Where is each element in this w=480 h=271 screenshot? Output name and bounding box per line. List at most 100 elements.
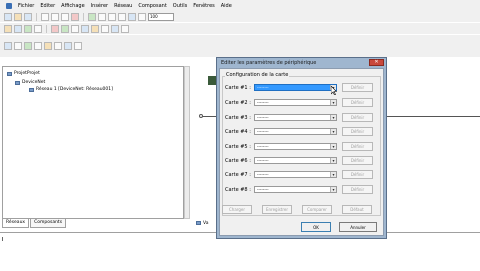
tool-h-icon[interactable] <box>74 42 82 50</box>
mouse-cursor-icon <box>331 86 337 95</box>
delete-icon[interactable] <box>71 12 79 21</box>
save-button[interactable]: Enregistrer <box>262 205 292 214</box>
fit-icon[interactable] <box>118 12 126 21</box>
tree-root[interactable]: ProjetProjet <box>7 71 40 76</box>
properties-icon[interactable] <box>71 24 79 33</box>
zoom-select[interactable]: 100 <box>148 12 174 21</box>
tool-d-icon[interactable] <box>34 42 42 50</box>
chevron-down-icon[interactable]: ▾ <box>330 172 336 177</box>
network-tab[interactable]: Va <box>196 219 209 227</box>
menu-inserer[interactable]: Insérer <box>91 3 108 9</box>
card-label: Carte #7 : <box>225 172 251 178</box>
tool-c-icon[interactable] <box>24 42 32 50</box>
chevron-down-icon[interactable]: ▾ <box>330 144 336 149</box>
tab-composants[interactable]: Composants <box>30 219 67 228</box>
tree-devicenet[interactable]: DeviceNet <box>15 80 45 85</box>
save-icon[interactable] <box>24 12 32 21</box>
card-select[interactable]: -------- ▾ <box>254 114 337 121</box>
tool-e-icon[interactable] <box>44 42 52 50</box>
chevron-down-icon[interactable]: ▾ <box>330 129 336 134</box>
menu-fichier[interactable]: Fichier <box>18 3 34 9</box>
tool-f-icon[interactable] <box>54 42 62 50</box>
cut-icon[interactable] <box>41 12 49 21</box>
tool-a-icon[interactable] <box>4 42 12 50</box>
card-select[interactable]: -------- ▾ <box>254 143 337 150</box>
project-scrollbar[interactable] <box>184 66 190 219</box>
tab-reseaux[interactable]: Réseaux <box>2 219 30 228</box>
parameters-icon[interactable] <box>91 24 99 33</box>
card-select[interactable]: -------- ▾ <box>254 171 337 178</box>
output-marker <box>2 237 7 241</box>
define-button[interactable]: Définir <box>342 98 373 107</box>
toolbar-3 <box>0 35 480 57</box>
define-button[interactable]: Définir <box>342 142 373 151</box>
network-node-icon <box>29 87 34 92</box>
cancel-button[interactable]: Annuler <box>339 222 377 232</box>
compare-icon[interactable] <box>101 24 109 33</box>
zoom-in-icon[interactable] <box>98 12 106 21</box>
chevron-down-icon[interactable]: ▾ <box>330 115 336 120</box>
menu-editer[interactable]: Editer <box>40 3 55 9</box>
zoom-out-icon[interactable] <box>108 12 116 21</box>
load-button[interactable]: Charger <box>222 205 252 214</box>
upload-icon[interactable] <box>14 24 22 33</box>
tool-g-icon[interactable] <box>64 42 72 50</box>
project-tree-panel: ProjetProjet DeviceNet Réseau 1 [DeviceN… <box>2 66 184 219</box>
define-button[interactable]: Définir <box>342 170 373 179</box>
chevron-down-icon[interactable]: ▾ <box>330 158 336 163</box>
search-icon[interactable] <box>88 12 96 21</box>
network-icon[interactable] <box>111 24 119 33</box>
help-icon[interactable] <box>121 24 129 33</box>
define-button[interactable]: Définir <box>342 156 373 165</box>
card-label: Carte #2 : <box>225 100 251 106</box>
menu-reseau[interactable]: Réseau <box>114 3 132 9</box>
menu-outils[interactable]: Outils <box>173 3 187 9</box>
run-icon[interactable] <box>61 24 69 33</box>
card-select[interactable]: -------- ▾ <box>254 84 337 91</box>
compare-button[interactable]: Comparer <box>302 205 332 214</box>
tree-network[interactable]: Réseau 1 [DeviceNet: Réseau001] <box>29 87 113 92</box>
default-button[interactable]: Défaut <box>342 205 372 214</box>
define-button[interactable]: Définir <box>342 83 373 92</box>
dialog-title: Editer les paramètres de périphérique <box>221 60 317 66</box>
online-icon[interactable] <box>4 24 12 33</box>
device-icon[interactable] <box>81 24 89 33</box>
devicenet-icon <box>15 80 20 85</box>
menu-composant[interactable]: Composant <box>138 3 166 9</box>
app-icon <box>6 2 12 9</box>
define-button[interactable]: Définir <box>342 127 373 136</box>
ok-button[interactable]: OK <box>301 222 331 232</box>
card-select[interactable]: -------- ▾ <box>254 99 337 106</box>
card-label: Carte #6 : <box>225 158 251 164</box>
stop-icon[interactable] <box>51 24 59 33</box>
arrange-icon[interactable] <box>138 12 146 21</box>
close-icon[interactable]: ✕ <box>369 59 384 66</box>
card-select[interactable]: -------- ▾ <box>254 128 337 135</box>
copy-icon[interactable] <box>51 12 59 21</box>
menu-fenetres[interactable]: Fenêtres <box>193 3 215 9</box>
chevron-down-icon[interactable]: ▾ <box>330 100 336 105</box>
card-label: Carte #4 : <box>225 129 251 135</box>
card-select[interactable]: -------- ▾ <box>254 157 337 164</box>
card-label: Carte #8 : <box>225 187 251 193</box>
toolbar-2 <box>0 23 480 34</box>
paste-icon[interactable] <box>61 12 69 21</box>
left-tabs: Réseaux Composants <box>2 219 67 228</box>
monitor-icon[interactable] <box>34 24 42 33</box>
card-select[interactable]: -------- ▾ <box>254 186 337 193</box>
tool-b-icon[interactable] <box>14 42 22 50</box>
grid-icon[interactable] <box>128 12 136 21</box>
card-label: Carte #5 : <box>225 144 251 150</box>
toolbar-1: 100 <box>0 11 480 22</box>
download-icon[interactable] <box>24 24 32 33</box>
card-label: Carte #3 : <box>225 115 251 121</box>
group-label: Configuration de la carte <box>225 72 290 78</box>
new-file-icon[interactable] <box>4 12 12 21</box>
define-button[interactable]: Définir <box>342 185 373 194</box>
terminator-icon <box>199 114 203 118</box>
menu-aide[interactable]: Aide <box>221 3 232 9</box>
chevron-down-icon[interactable]: ▾ <box>330 187 336 192</box>
menu-affichage[interactable]: Affichage <box>61 3 85 9</box>
define-button[interactable]: Définir <box>342 113 373 122</box>
open-folder-icon[interactable] <box>14 12 22 21</box>
